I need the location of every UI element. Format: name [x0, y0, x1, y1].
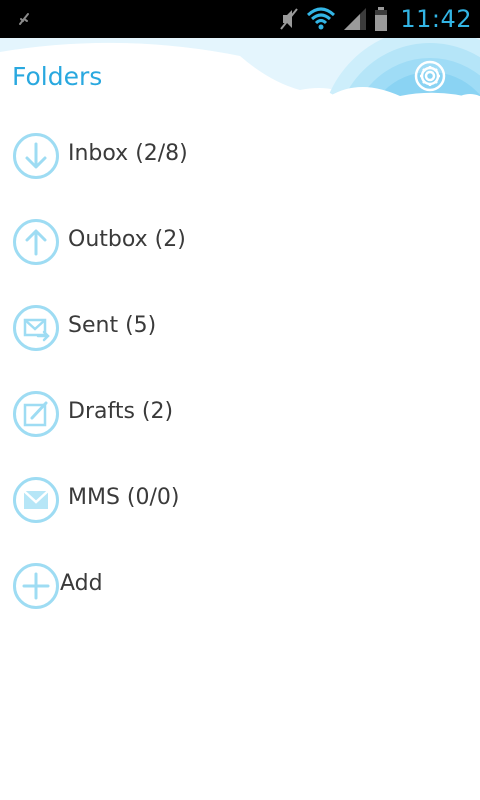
drafts-edit-icon [13, 391, 59, 437]
battery-icon [375, 7, 388, 31]
folder-label: Outbox (2) [68, 227, 186, 252]
sent-envelope-icon [13, 305, 59, 351]
status-time: 11:42 [400, 5, 472, 33]
plus-icon [13, 563, 59, 609]
wifi-icon [307, 7, 336, 30]
status-bar: 11:42 [0, 0, 480, 38]
folder-drafts[interactable]: Drafts (2) [0, 370, 480, 456]
add-label: Add [60, 571, 103, 596]
gear-icon [414, 60, 446, 92]
folder-label: Inbox (2/8) [68, 141, 188, 166]
inbox-download-icon [13, 133, 59, 179]
outbox-upload-icon [13, 219, 59, 265]
folder-label: MMS (0/0) [68, 485, 180, 510]
folder-outbox[interactable]: Outbox (2) [0, 198, 480, 284]
mms-envelope-icon [13, 477, 59, 523]
folder-list: Inbox (2/8) Outbox (2) Sent (5) Drafts (… [0, 112, 480, 628]
add-folder-button[interactable]: Add [0, 542, 480, 628]
folder-sent[interactable]: Sent (5) [0, 284, 480, 370]
header: Folders [0, 38, 480, 110]
folder-mms[interactable]: MMS (0/0) [0, 456, 480, 542]
page-title: Folders [12, 62, 103, 91]
folder-label: Drafts (2) [68, 399, 174, 424]
signal-icon [344, 8, 367, 30]
usb-icon [19, 13, 29, 25]
settings-button[interactable] [410, 56, 450, 96]
folder-label: Sent (5) [68, 313, 157, 338]
folder-inbox[interactable]: Inbox (2/8) [0, 112, 480, 198]
mute-icon [280, 8, 299, 30]
